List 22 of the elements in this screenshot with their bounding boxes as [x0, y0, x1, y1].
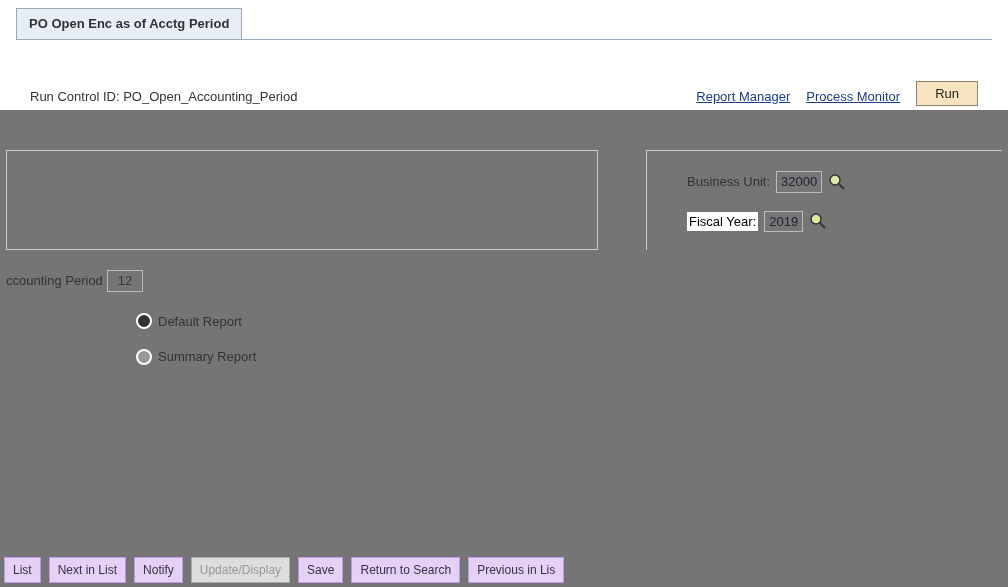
- toolbar-button[interactable]: Next in List: [48, 557, 127, 583]
- toolbar-button[interactable]: Notify: [134, 557, 183, 583]
- radio-button[interactable]: [136, 313, 152, 330]
- input-field[interactable]: 32000: [776, 171, 823, 193]
- run-control-label: Run Control ID: PO_Open_Accounting_Period: [30, 87, 298, 106]
- toolbar-button[interactable]: Return to Search: [351, 557, 461, 583]
- field-label: Business Unit:: [687, 173, 771, 191]
- search-icon[interactable]: [828, 172, 847, 191]
- search-icon[interactable]: [809, 212, 828, 231]
- run-button[interactable]: Run: [916, 80, 978, 106]
- toolbar-button[interactable]: Previous in Lis: [468, 557, 565, 583]
- field-label: ccounting Period: [6, 272, 103, 290]
- input-field[interactable]: 2019: [764, 210, 804, 232]
- toolbar-button[interactable]: Save: [298, 557, 344, 583]
- radio-button[interactable]: [136, 348, 152, 365]
- tab[interactable]: PO Open Enc as of Acctg Period: [16, 8, 243, 39]
- field-label: Fiscal Year:: [687, 211, 759, 231]
- radio-label: Default Report: [158, 312, 242, 331]
- link[interactable]: Report Manager: [696, 86, 791, 106]
- link[interactable]: Process Monitor: [806, 86, 901, 106]
- toolbar-button[interactable]: List: [4, 557, 41, 583]
- radio-label: Summary Report: [158, 348, 257, 366]
